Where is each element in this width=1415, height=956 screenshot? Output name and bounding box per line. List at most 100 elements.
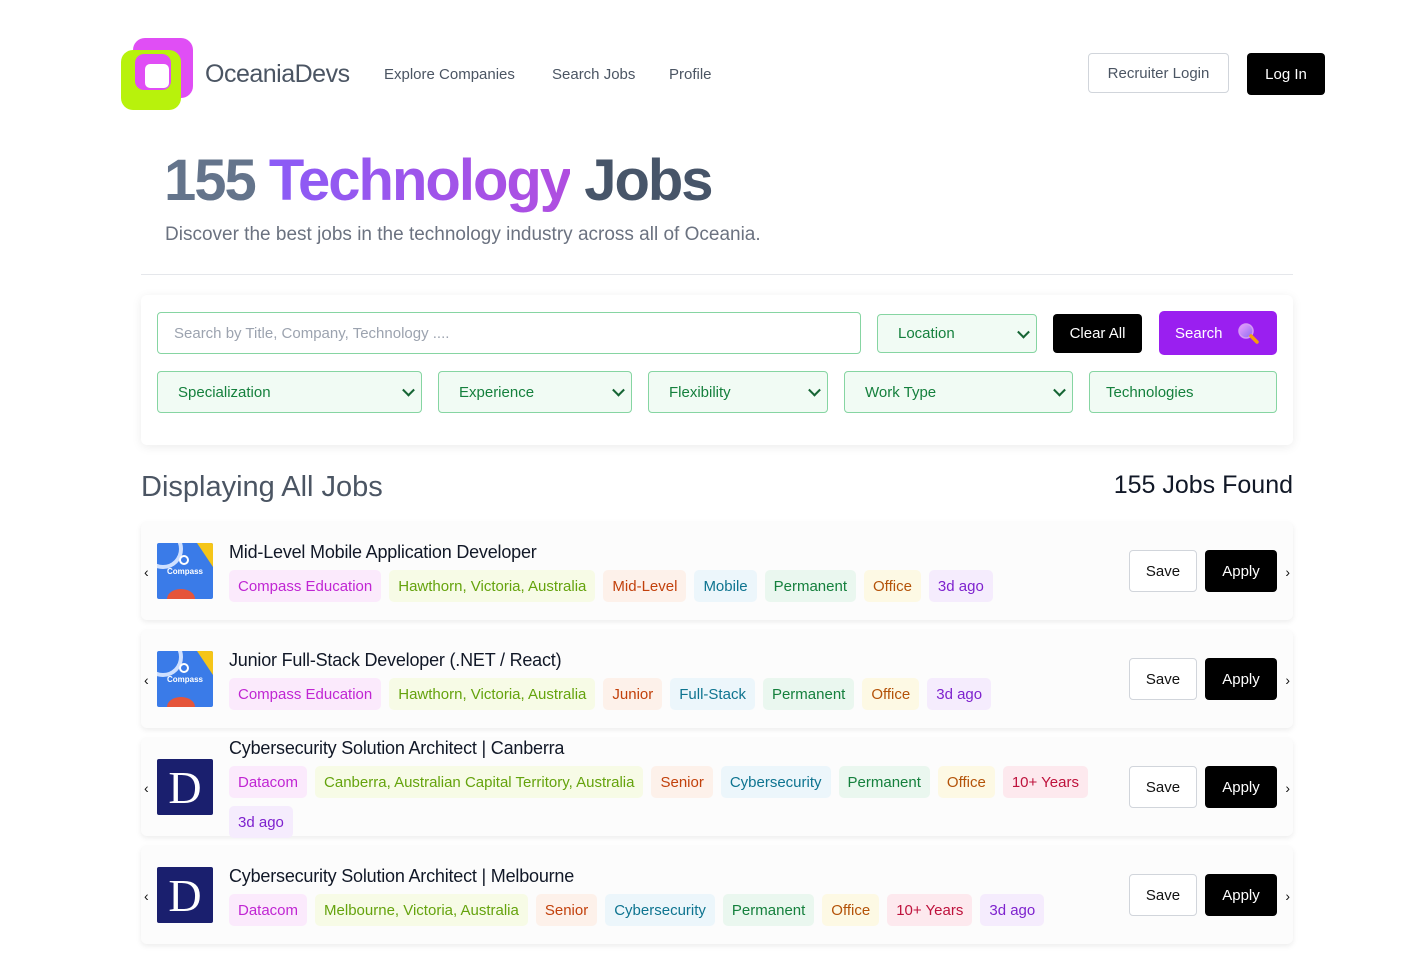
- tag-company[interactable]: Datacom: [229, 894, 308, 926]
- log-in-button[interactable]: Log In: [1247, 53, 1325, 95]
- magnifier-icon: [1238, 323, 1259, 344]
- chevron-left-icon[interactable]: ‹: [144, 564, 149, 580]
- job-title[interactable]: Cybersecurity Solution Architect | Canbe…: [229, 738, 564, 759]
- tag-work-type: Permanent: [838, 766, 930, 798]
- tag-posted-age: 3d ago: [229, 806, 293, 838]
- tag-specialization: Cybersecurity: [720, 766, 831, 798]
- tag-level: Junior: [603, 678, 663, 710]
- company-logo: Compass: [157, 543, 213, 599]
- tag-company[interactable]: Compass Education: [229, 570, 382, 602]
- tag-location: Hawthorn, Victoria, Australia: [389, 678, 596, 710]
- job-title[interactable]: Junior Full-Stack Developer (.NET / Reac…: [229, 650, 562, 671]
- page-title: 155 Technology Jobs: [164, 148, 714, 214]
- save-button[interactable]: Save: [1129, 766, 1197, 808]
- apply-button[interactable]: Apply: [1205, 766, 1277, 808]
- job-tags: Compass Education Hawthorn, Victoria, Au…: [229, 570, 1109, 602]
- tag-location: Melbourne, Victoria, Australia: [315, 894, 528, 926]
- chevron-right-icon[interactable]: ›: [1285, 888, 1290, 904]
- chevron-right-icon[interactable]: ›: [1285, 780, 1290, 796]
- tag-location: Canberra, Australian Capital Territory, …: [315, 766, 644, 798]
- filter-panel: Search by Title, Company, Technology ...…: [141, 295, 1293, 445]
- save-button[interactable]: Save: [1129, 658, 1197, 700]
- tag-posted-age: 3d ago: [927, 678, 992, 710]
- apply-button[interactable]: Apply: [1205, 550, 1277, 592]
- job-count: 155: [164, 148, 257, 213]
- chevron-left-icon[interactable]: ‹: [144, 780, 149, 796]
- tag-level: Senior: [535, 894, 598, 926]
- company-logo: Compass: [157, 651, 213, 707]
- tag-flexibility: Office: [862, 678, 920, 710]
- company-logo: D: [157, 759, 213, 815]
- tag-posted-age: 3d ago: [928, 570, 993, 602]
- tag-flexibility: Office: [822, 894, 880, 926]
- brand-name[interactable]: OceaniaDevs: [205, 60, 350, 89]
- tag-specialization: Mobile: [694, 570, 757, 602]
- location-select-value: Location: [898, 325, 955, 342]
- tag-flexibility: Office: [937, 766, 995, 798]
- page-subtitle: Discover the best jobs in the technology…: [165, 224, 761, 245]
- divider: [141, 274, 1293, 275]
- experience-select-value: Experience: [459, 383, 535, 401]
- company-logo: D: [157, 867, 213, 923]
- nav-explore-companies[interactable]: Explore Companies: [384, 66, 515, 83]
- tag-level: Mid-Level: [603, 570, 687, 602]
- chevron-right-icon[interactable]: ›: [1285, 564, 1290, 580]
- tag-posted-age: 3d ago: [980, 894, 1045, 926]
- search-input[interactable]: Search by Title, Company, Technology ...…: [157, 312, 861, 354]
- experience-select[interactable]: Experience: [438, 371, 632, 413]
- search-button-label: Search: [1175, 324, 1223, 342]
- tag-work-type: Permanent: [722, 894, 815, 926]
- save-button[interactable]: Save: [1129, 874, 1197, 916]
- work-type-select[interactable]: Work Type: [844, 371, 1073, 413]
- job-tags: Datacom Canberra, Australian Capital Ter…: [229, 766, 1109, 838]
- tag-specialization: Full-Stack: [670, 678, 755, 710]
- chevron-down-icon: [402, 383, 415, 397]
- search-button[interactable]: Search: [1159, 311, 1277, 355]
- top-nav: OceaniaDevs Explore Companies Search Job…: [121, 38, 1325, 110]
- recruiter-login-button[interactable]: Recruiter Login: [1088, 53, 1229, 93]
- chevron-down-icon: [808, 383, 821, 397]
- tag-work-type: Permanent: [762, 678, 855, 710]
- nav-profile[interactable]: Profile: [669, 66, 712, 83]
- tag-experience: 10+ Years: [1002, 766, 1088, 798]
- job-card[interactable]: ‹ Compass Mid-Level Mobile Application D…: [141, 522, 1293, 620]
- tag-experience: 10+ Years: [887, 894, 973, 926]
- job-card[interactable]: ‹ D Cybersecurity Solution Architect | C…: [141, 738, 1293, 838]
- nav-search-jobs[interactable]: Search Jobs: [552, 66, 635, 83]
- tag-company[interactable]: Datacom: [229, 766, 308, 798]
- technologies-input[interactable]: Technologies: [1089, 371, 1277, 413]
- title-accent: Technology: [268, 148, 572, 213]
- tag-specialization: Cybersecurity: [605, 894, 715, 926]
- work-type-select-value: Work Type: [865, 383, 937, 401]
- tag-company[interactable]: Compass Education: [229, 678, 382, 710]
- tag-level: Senior: [651, 766, 713, 798]
- flexibility-select-value: Flexibility: [669, 383, 731, 401]
- apply-button[interactable]: Apply: [1205, 658, 1277, 700]
- chevron-down-icon: [1017, 325, 1030, 339]
- flexibility-select[interactable]: Flexibility: [648, 371, 828, 413]
- chevron-right-icon[interactable]: ›: [1285, 672, 1290, 688]
- specialization-select-value: Specialization: [178, 383, 271, 401]
- list-heading: Displaying All Jobs: [141, 471, 383, 503]
- job-card[interactable]: ‹ Compass Junior Full-Stack Developer (.…: [141, 630, 1293, 728]
- chevron-left-icon[interactable]: ‹: [144, 672, 149, 688]
- chevron-down-icon: [612, 383, 625, 397]
- job-tags: Datacom Melbourne, Victoria, Australia S…: [229, 894, 1109, 926]
- job-tags: Compass Education Hawthorn, Victoria, Au…: [229, 678, 1109, 710]
- clear-all-button[interactable]: Clear All: [1053, 314, 1142, 353]
- title-word: Jobs: [584, 148, 713, 213]
- specialization-select[interactable]: Specialization: [157, 371, 422, 413]
- location-select[interactable]: Location: [877, 314, 1037, 353]
- chevron-down-icon: [1053, 383, 1066, 397]
- save-button[interactable]: Save: [1129, 550, 1197, 592]
- brand-logo[interactable]: [121, 38, 193, 110]
- tag-work-type: Permanent: [764, 570, 856, 602]
- tag-flexibility: Office: [864, 570, 921, 602]
- tag-location: Hawthorn, Victoria, Australia: [389, 570, 596, 602]
- apply-button[interactable]: Apply: [1205, 874, 1277, 916]
- job-title[interactable]: Cybersecurity Solution Architect | Melbo…: [229, 866, 574, 887]
- jobs-found-count: 155 Jobs Found: [1113, 471, 1293, 499]
- job-title[interactable]: Mid-Level Mobile Application Developer: [229, 542, 537, 563]
- chevron-left-icon[interactable]: ‹: [144, 888, 149, 904]
- job-card[interactable]: ‹ D Cybersecurity Solution Architect | M…: [141, 846, 1293, 944]
